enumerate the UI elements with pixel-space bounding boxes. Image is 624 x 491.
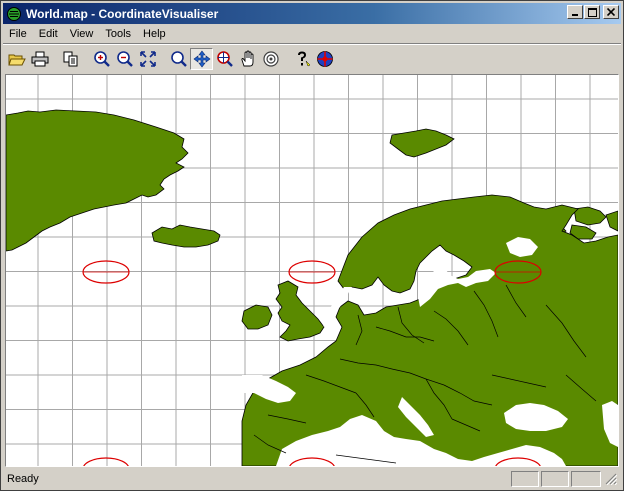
open-button[interactable] (5, 48, 28, 70)
close-button[interactable] (603, 5, 619, 19)
zoom-extents-button[interactable] (136, 48, 159, 70)
resize-grip[interactable] (603, 471, 619, 487)
arctic-island (605, 210, 618, 232)
app-globe-icon (6, 6, 22, 22)
resize-grip-icon (605, 473, 618, 486)
print-button[interactable] (28, 48, 51, 70)
great-britain-landmass (275, 280, 325, 342)
menu-separator (3, 43, 621, 45)
status-text: Ready (7, 473, 39, 485)
minimize-button[interactable] (567, 5, 583, 19)
ireland-landmass (241, 304, 273, 330)
novaya-zemlya-landmass (573, 206, 607, 226)
world-map-canvas[interactable] (6, 75, 618, 466)
window-title: World.map - CoordinateVisualiser (26, 6, 219, 21)
zoom-target-button[interactable] (213, 48, 236, 70)
zoom-in-icon (93, 51, 110, 67)
zoom-out-icon (116, 51, 133, 67)
toolbar (5, 46, 336, 72)
hand-icon (240, 50, 253, 67)
zoom-window-icon (170, 51, 187, 67)
status-pane-2 (541, 471, 569, 487)
pan-move-button[interactable] (190, 48, 213, 70)
maximize-button[interactable] (584, 5, 600, 19)
print-icon (31, 51, 48, 67)
zoom-target-icon (216, 51, 233, 67)
iceland-landmass (151, 224, 221, 248)
close-icon (607, 8, 615, 16)
status-pane-1 (511, 471, 539, 487)
status-pane-3 (571, 471, 601, 487)
hand-button[interactable] (236, 48, 259, 70)
locate-button[interactable] (259, 48, 282, 70)
map-view[interactable] (5, 74, 619, 467)
menu-tools[interactable]: Tools (99, 25, 137, 43)
about-button[interactable] (313, 48, 336, 70)
copy-button[interactable] (59, 48, 82, 70)
about-globe-icon (316, 51, 333, 67)
zoom-out-button[interactable] (113, 48, 136, 70)
minimize-icon (572, 14, 578, 16)
locate-icon (262, 51, 279, 67)
menu-help[interactable]: Help (137, 25, 172, 43)
zoom-extents-icon (139, 51, 156, 67)
status-bar: Ready (3, 469, 621, 489)
help-icon (297, 51, 310, 67)
copy-icon (63, 51, 77, 67)
title-bar[interactable]: World.map - CoordinateVisualiser (3, 3, 621, 24)
coordinate-marker[interactable] (83, 457, 129, 466)
menu-view[interactable]: View (64, 25, 100, 43)
help-button[interactable] (290, 48, 313, 70)
menu-file[interactable]: File (3, 25, 33, 43)
maximize-icon (587, 7, 597, 17)
pan-move-icon (193, 50, 210, 68)
open-folder-icon (7, 54, 26, 66)
menu-bar: File Edit View Tools Help (3, 25, 621, 43)
zoom-in-button[interactable] (90, 48, 113, 70)
menu-edit[interactable]: Edit (33, 25, 64, 43)
app-window: World.map - CoordinateVisualiser File Ed… (0, 0, 624, 491)
zoom-window-button[interactable] (167, 48, 190, 70)
